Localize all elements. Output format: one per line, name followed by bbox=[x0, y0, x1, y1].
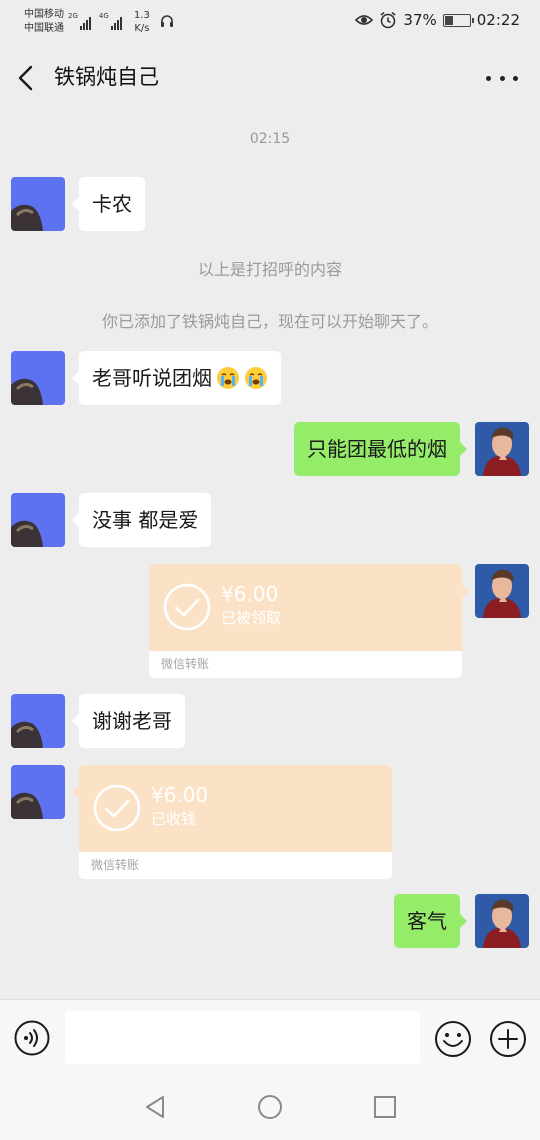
clock: 02:22 bbox=[476, 11, 520, 29]
carrier-names: 中国移动 中国联通 bbox=[24, 8, 64, 36]
transfer-card-footer: 微信转账 bbox=[149, 651, 462, 678]
avatar-contact[interactable] bbox=[11, 765, 65, 819]
transfer-status: 已被领取 bbox=[221, 609, 282, 627]
crying-face-icon bbox=[217, 366, 239, 389]
plus-icon[interactable] bbox=[489, 1020, 527, 1058]
headset-icon bbox=[161, 15, 173, 27]
nav-recent-icon[interactable] bbox=[372, 1094, 398, 1120]
check-circle-icon bbox=[163, 583, 211, 631]
system-message: 你已添加了铁锅炖自己，现在可以开始聊天了。 bbox=[101, 312, 438, 331]
message-bubble[interactable]: 客气 bbox=[394, 894, 467, 948]
input-bar bbox=[0, 999, 540, 1072]
signal-2-tag: 4G bbox=[98, 12, 109, 20]
signal-1-tag: 2G bbox=[68, 12, 78, 20]
transfer-label: 微信转账 bbox=[161, 657, 210, 671]
transfer-amount: ¥6.00 bbox=[221, 582, 279, 606]
eye-comfort-icon bbox=[355, 15, 374, 25]
status-right: 37% 02:22 bbox=[355, 11, 520, 29]
message-bubble[interactable]: 卡农 bbox=[72, 177, 145, 231]
signal-2-icon bbox=[110, 17, 122, 30]
nav-home-icon[interactable] bbox=[257, 1094, 283, 1120]
message-text: 客气 bbox=[407, 909, 447, 933]
check-circle-icon bbox=[93, 784, 141, 832]
message-bubble[interactable]: 老哥听说团烟 bbox=[72, 351, 281, 405]
avatar-self[interactable] bbox=[475, 894, 529, 948]
transfer-card-body: ¥6.00 已被领取 bbox=[149, 564, 462, 651]
net-speed-unit: K/s bbox=[134, 23, 150, 34]
net-speed-value: 1.3 bbox=[134, 10, 150, 21]
crying-face-icon bbox=[245, 366, 267, 389]
avatar-contact[interactable] bbox=[11, 493, 65, 547]
system-nav-bar bbox=[0, 1072, 540, 1140]
transfer-amount: ¥6.00 bbox=[151, 783, 209, 807]
message-text: 没事 都是爱 bbox=[92, 508, 199, 532]
transfer-card-body: ¥6.00 已收钱 bbox=[79, 765, 392, 852]
message-input[interactable] bbox=[65, 1011, 420, 1064]
battery-icon bbox=[442, 13, 474, 27]
avatar-contact[interactable] bbox=[11, 177, 65, 231]
message-text: 只能团最低的烟 bbox=[307, 437, 447, 461]
chat-timestamp: 02:15 bbox=[249, 131, 291, 147]
message-text: 老哥听说团烟 bbox=[92, 366, 212, 390]
chat-title: 铁锅炖自己 bbox=[54, 65, 159, 89]
signal-indicators: 2G 4G bbox=[68, 12, 128, 30]
transfer-status: 已收钱 bbox=[151, 810, 197, 828]
message-text: 卡农 bbox=[92, 192, 132, 216]
voice-icon[interactable] bbox=[14, 1020, 50, 1056]
message-bubble[interactable]: 没事 都是爱 bbox=[71, 493, 212, 547]
nav-back-icon[interactable] bbox=[142, 1094, 168, 1120]
signal-1-icon bbox=[79, 17, 91, 30]
alarm-icon bbox=[380, 11, 396, 29]
status-bar: 中国移动 中国联通 2G 4G 1.3 K/s 37% 02:22 bbox=[0, 0, 540, 46]
transfer-card[interactable]: ¥6.00 已被领取 微信转账 bbox=[149, 564, 462, 678]
carrier-1: 中国移动 bbox=[24, 9, 64, 20]
net-speed: 1.3 K/s bbox=[134, 9, 150, 35]
bubble-tail bbox=[72, 785, 79, 799]
avatar-self[interactable] bbox=[475, 422, 529, 476]
back-arrow-icon[interactable] bbox=[14, 64, 40, 92]
emoji-icon[interactable] bbox=[434, 1020, 472, 1058]
avatar-contact[interactable] bbox=[11, 694, 65, 748]
system-message: 以上是打招呼的内容 bbox=[197, 260, 342, 279]
message-bubble[interactable]: 只能团最低的烟 bbox=[294, 422, 467, 476]
avatar-contact[interactable] bbox=[11, 351, 65, 405]
bubble-tail bbox=[462, 584, 469, 598]
battery-percent: 37% bbox=[403, 11, 437, 29]
transfer-card[interactable]: ¥6.00 已收钱 微信转账 bbox=[79, 765, 392, 879]
avatar-self[interactable] bbox=[475, 564, 529, 618]
transfer-label: 微信转账 bbox=[91, 858, 140, 872]
carrier-2: 中国联通 bbox=[24, 23, 64, 34]
message-bubble[interactable]: 谢谢老哥 bbox=[72, 694, 185, 748]
transfer-card-footer: 微信转账 bbox=[79, 852, 392, 879]
message-text: 谢谢老哥 bbox=[92, 709, 172, 733]
title-bar: 铁锅炖自己 bbox=[0, 46, 540, 110]
more-dots-icon[interactable] bbox=[486, 68, 518, 88]
